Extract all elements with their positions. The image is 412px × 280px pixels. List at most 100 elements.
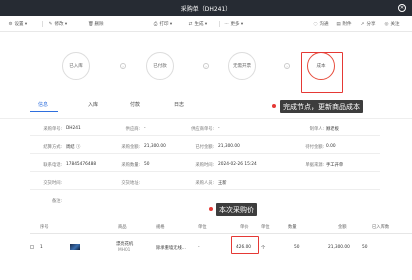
creator-value: 顾老板 xyxy=(326,127,339,132)
amount-value: 21,300.00 xyxy=(328,245,350,250)
field-label: 交货地址: xyxy=(121,181,140,186)
supplier-value: - xyxy=(144,126,146,131)
field-label: 单据来源: xyxy=(305,163,324,168)
unpaid-amount-value: 0.00 xyxy=(326,144,336,149)
row-divider xyxy=(30,189,380,190)
received-value: 50 xyxy=(362,245,368,250)
share-button[interactable]: ↗ 分享 xyxy=(360,21,376,28)
source-value: 手工开单 xyxy=(326,163,344,168)
follow-icon: ◎ xyxy=(384,21,389,27)
field-label: 采购时间: xyxy=(195,163,214,168)
field-label: 供应商: xyxy=(125,127,140,132)
callout-complete-node: 完成节点，更新商品成本 xyxy=(280,100,363,113)
buyer-value: 王新 xyxy=(218,181,227,186)
table-header-divider xyxy=(30,233,412,234)
chat-button[interactable]: ◌ 沟通 xyxy=(313,21,329,28)
toolbar-divider xyxy=(42,21,43,27)
edit-label: 修改 ▾ xyxy=(54,22,68,27)
edit-icon: ✎ xyxy=(48,21,53,27)
field-label: 已付金额: xyxy=(195,145,214,150)
print-icon: ⎙ xyxy=(153,21,158,27)
tab-bar: 信息 入库 付款 日志 xyxy=(30,101,230,113)
purchase-time-value: 2024-02-26 15:24 xyxy=(218,162,257,167)
product-spec: 除承重墙无线... xyxy=(156,246,186,251)
share-icon: ↗ xyxy=(360,21,365,27)
product-code: MH01 xyxy=(118,248,131,253)
close-icon[interactable]: ✕ xyxy=(398,4,406,12)
cost-node-highlight xyxy=(301,52,343,93)
col-header-qty: 数量 xyxy=(288,225,297,230)
gear-icon: ⚙ xyxy=(8,21,13,27)
flow-node-no-invoice[interactable]: 无需开票 xyxy=(228,52,256,80)
col-header-product: 商品 xyxy=(118,225,127,230)
chat-label: 沟通 xyxy=(319,22,329,27)
annotation-dot xyxy=(272,104,276,108)
generate-icon: ⇄ xyxy=(188,21,193,27)
delete-button[interactable]: 🗑 删除 xyxy=(88,21,104,28)
chevron-right-icon: › xyxy=(120,63,126,69)
field-label: 采购金额: xyxy=(121,145,140,150)
paid-amount-value: 21,300.00 xyxy=(218,144,240,149)
field-label: 交货时间: xyxy=(43,181,62,186)
more-button[interactable]: ··· 更多 ▾ xyxy=(224,21,244,28)
field-label: 供应商单号: xyxy=(191,127,214,132)
follow-button[interactable]: ◎ 关注 xyxy=(384,21,400,28)
row-divider xyxy=(30,135,380,136)
col-header-received: 已入库数 xyxy=(372,225,390,230)
delete-label: 删除 xyxy=(94,22,104,27)
row-divider xyxy=(30,171,380,172)
flow-node-stocked[interactable]: 已入库 xyxy=(62,52,90,80)
more-label: 更多 ▾ xyxy=(230,22,244,27)
active-tab-indicator xyxy=(30,111,58,112)
attachment-button[interactable]: ▤ 附件 xyxy=(336,21,352,28)
col-header-amount: 金额 xyxy=(338,225,347,230)
settlement-value: 周结 ⓘ xyxy=(66,145,81,150)
price-highlight xyxy=(231,236,259,254)
file-icon: ▤ xyxy=(336,21,341,27)
field-label: 待付金额: xyxy=(305,145,324,150)
field-label: 采购人员: xyxy=(195,181,214,186)
row-seq: 1 xyxy=(40,245,43,250)
print-label: 打印 ▾ xyxy=(159,22,173,27)
generate-button[interactable]: ⇄ 生成 ▾ xyxy=(188,21,208,28)
window-title: 采购单（DH241） xyxy=(180,6,232,13)
purchase-amount-value: 21,300.00 xyxy=(144,144,166,149)
field-label: 采购数量: xyxy=(121,163,140,168)
generate-label: 生成 ▾ xyxy=(194,22,208,27)
field-label: 采购单号: xyxy=(43,127,62,132)
annotation-dot xyxy=(209,207,213,211)
row-divider xyxy=(30,153,380,154)
product-spec-unit: - xyxy=(198,245,200,250)
phone-value: 17845476488 xyxy=(66,162,97,167)
col-header-price: 单价 xyxy=(240,225,249,230)
share-label: 分享 xyxy=(366,22,376,27)
purchase-qty-value: 50 xyxy=(144,162,150,167)
product-table: 序号 商品 规格 单位 单价 单位 数量 金额 已入库数 1 漂亮花机 MH01… xyxy=(30,224,412,280)
tab-log[interactable]: 日志 xyxy=(174,101,184,108)
chevron-right-icon: › xyxy=(284,63,290,69)
tab-info[interactable]: 信息 xyxy=(38,101,48,108)
chat-icon: ◌ xyxy=(313,21,318,27)
tab-payment[interactable]: 付款 xyxy=(130,101,140,108)
tab-stock-in[interactable]: 入库 xyxy=(88,101,98,108)
qty-value: 50 xyxy=(294,245,300,250)
field-label: 制单人: xyxy=(309,127,324,132)
flow-node-paid[interactable]: 已付款 xyxy=(146,52,174,80)
field-label: 结算方式: xyxy=(43,145,62,150)
order-info-form: 采购单号: DH241 供应商: - 供应商单号: - 制单人: 顾老板 结算方… xyxy=(0,118,412,204)
attachment-label: 附件 xyxy=(342,22,352,27)
follow-label: 关注 xyxy=(390,22,400,27)
unit-value: 个 xyxy=(261,246,266,251)
window-titlebar: 采购单（DH241） ✕ xyxy=(0,0,412,16)
trash-icon: 🗑 xyxy=(88,21,94,27)
workflow-diagram: 已入库 › 已付款 › 无需开票 › 成本 xyxy=(0,32,412,98)
col-header-spec-unit: 单位 xyxy=(198,225,207,230)
settings-label: 设置 ▾ xyxy=(14,22,28,27)
edit-button[interactable]: ✎ 修改 ▾ xyxy=(48,21,68,28)
settings-button[interactable]: ⚙ 设置 ▾ xyxy=(8,21,28,28)
product-name[interactable]: 漂亮花机 xyxy=(116,241,133,247)
chevron-right-icon: › xyxy=(203,63,209,69)
print-button[interactable]: ⎙ 打印 ▾ xyxy=(153,21,173,28)
toolbar: ⚙ 设置 ▾ ✎ 修改 ▾ 🗑 删除 ⎙ 打印 ▾ ⇄ 生成 ▾ ··· 更多 … xyxy=(0,16,412,32)
row-checkbox[interactable] xyxy=(30,245,34,249)
